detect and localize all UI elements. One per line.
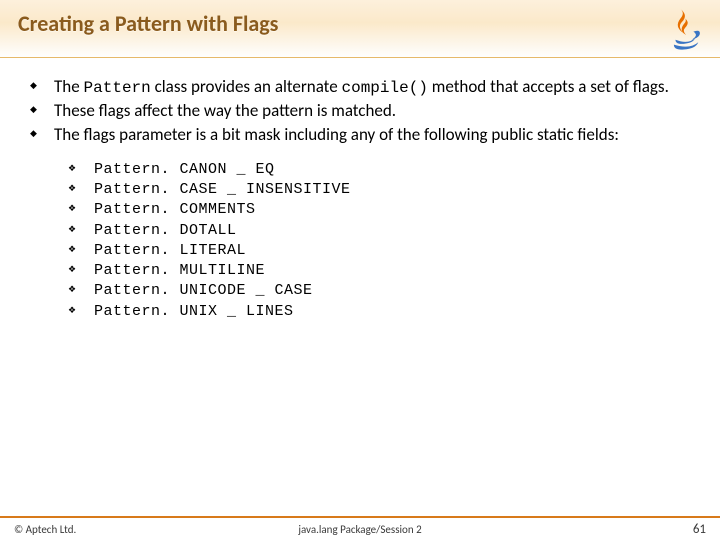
slide: Creating a Pattern with Flags The Patter… <box>0 0 720 540</box>
bullet-text: The flags parameter is a bit mask includ… <box>54 124 619 145</box>
content-area: The Pattern class provides an alternate … <box>0 58 720 516</box>
bullet-item: These flags affect the way the pattern i… <box>30 100 696 122</box>
slide-title: Creating a Pattern with Flags <box>18 10 702 37</box>
flag-item: Pattern. UNICODE _ CASE <box>68 281 696 301</box>
flag-item: Pattern. CANON _ EQ <box>68 160 696 180</box>
inline-code: Pattern <box>84 79 151 97</box>
footer-copyright: © Aptech Ltd. <box>14 523 76 536</box>
flag-item: Pattern. COMMENTS <box>68 200 696 220</box>
flag-item: Pattern. UNIX _ LINES <box>68 302 696 322</box>
bullet-text: method that accepts a set of flags. <box>428 76 669 97</box>
footer-breadcrumb: java.lang Package/Session 2 <box>298 523 421 536</box>
bullet-text: These flags affect the way the pattern i… <box>54 100 396 121</box>
bullet-item: The Pattern class provides an alternate … <box>30 76 696 98</box>
bullet-text: class provides an alternate <box>151 76 342 97</box>
flag-item: Pattern. LITERAL <box>68 241 696 261</box>
flag-item: Pattern. DOTALL <box>68 221 696 241</box>
footer-bar: © Aptech Ltd. java.lang Package/Session … <box>0 516 720 540</box>
java-logo-icon <box>656 4 708 56</box>
flags-list: Pattern. CANON _ EQ Pattern. CASE _ INSE… <box>68 160 696 322</box>
header-bar: Creating a Pattern with Flags <box>0 0 720 58</box>
flag-item: Pattern. CASE _ INSENSITIVE <box>68 180 696 200</box>
bullet-text: The <box>54 76 84 97</box>
flag-item: Pattern. MULTILINE <box>68 261 696 281</box>
inline-code: compile() <box>342 79 428 97</box>
bullet-item: The flags parameter is a bit mask includ… <box>30 124 696 322</box>
footer-page-number: 61 <box>693 522 706 537</box>
main-bullet-list: The Pattern class provides an alternate … <box>30 76 696 322</box>
